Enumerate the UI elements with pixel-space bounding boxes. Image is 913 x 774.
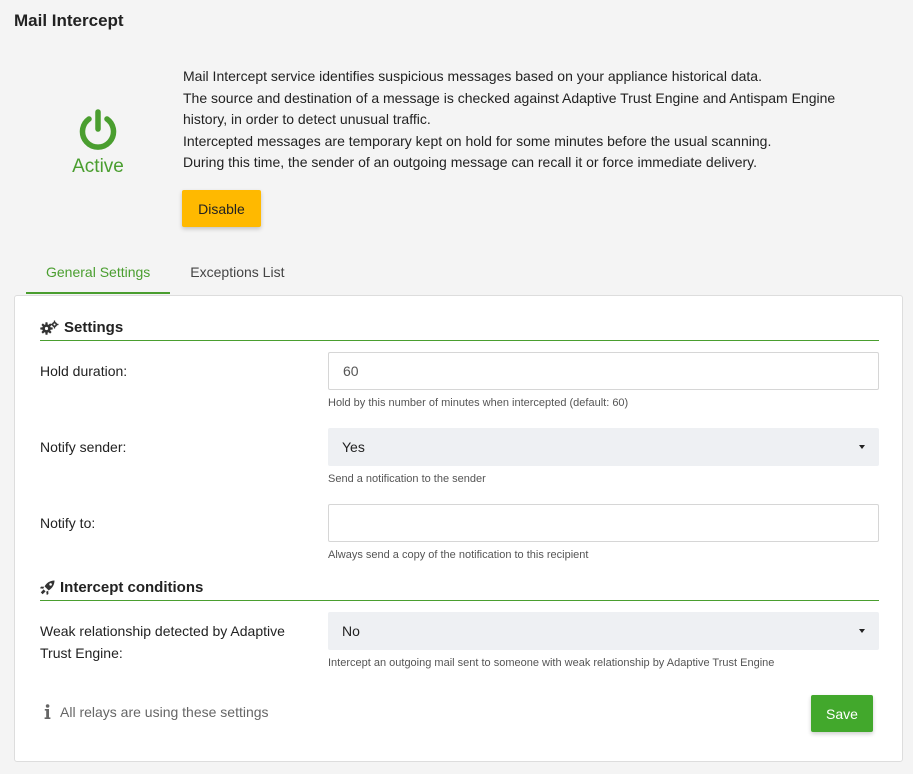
notify-sender-label: Notify sender: [40,439,127,455]
tab-general-settings[interactable]: General Settings [26,252,171,294]
service-status: Active [58,108,138,178]
relay-note-text: All relays are using these settings [60,704,269,720]
info-icon [44,704,51,719]
tab-bar: General Settings Exceptions List [26,252,304,294]
save-button[interactable]: Save [811,695,873,732]
settings-heading-text: Settings [64,319,124,336]
disable-button[interactable]: Disable [182,190,261,227]
notify-to-input[interactable] [328,504,879,542]
hold-duration-help: Hold by this number of minutes when inte… [328,397,629,409]
caret-down-icon [859,445,865,449]
weak-relationship-help: Intercept an outgoing mail sent to someo… [328,657,775,669]
service-description: Mail Intercept service identifies suspic… [183,66,883,174]
status-label: Active [72,156,124,177]
notify-sender-value: Yes [342,439,365,455]
intercept-conditions-heading: Intercept conditions [40,579,879,601]
description-line: During this time, the sender of an outgo… [183,154,758,170]
rocket-icon [40,580,55,595]
power-icon [79,109,117,150]
description-line: Intercepted messages are temporary kept … [183,132,772,149]
caret-down-icon [859,629,865,633]
page-title: Mail Intercept [14,11,124,30]
tab-exceptions-list[interactable]: Exceptions List [170,252,304,294]
notify-sender-help: Send a notification to the sender [328,473,486,485]
notify-to-label: Notify to: [40,515,96,531]
notify-to-help: Always send a copy of the notification t… [328,549,589,561]
description-line: Mail Intercept service identifies suspic… [183,68,762,84]
hold-duration-input[interactable] [328,352,879,390]
relay-note: All relays are using these settings [44,704,269,720]
description-line: The source and destination of a message … [183,89,836,106]
hold-duration-label: Hold duration: [40,363,128,379]
notify-sender-select[interactable]: Yes [328,428,879,466]
weak-relationship-label: Weak relationship detected by Adaptive T… [40,623,285,661]
settings-section-heading: Settings [40,319,879,341]
intercept-conditions-heading-text: Intercept conditions [60,579,204,596]
weak-relationship-value: No [342,623,360,639]
description-line: history, in order to detect unusual traf… [183,111,431,127]
gears-icon [40,320,59,335]
weak-relationship-select[interactable]: No [328,612,879,650]
settings-card: Settings Hold duration: Hold by this num… [14,295,903,762]
